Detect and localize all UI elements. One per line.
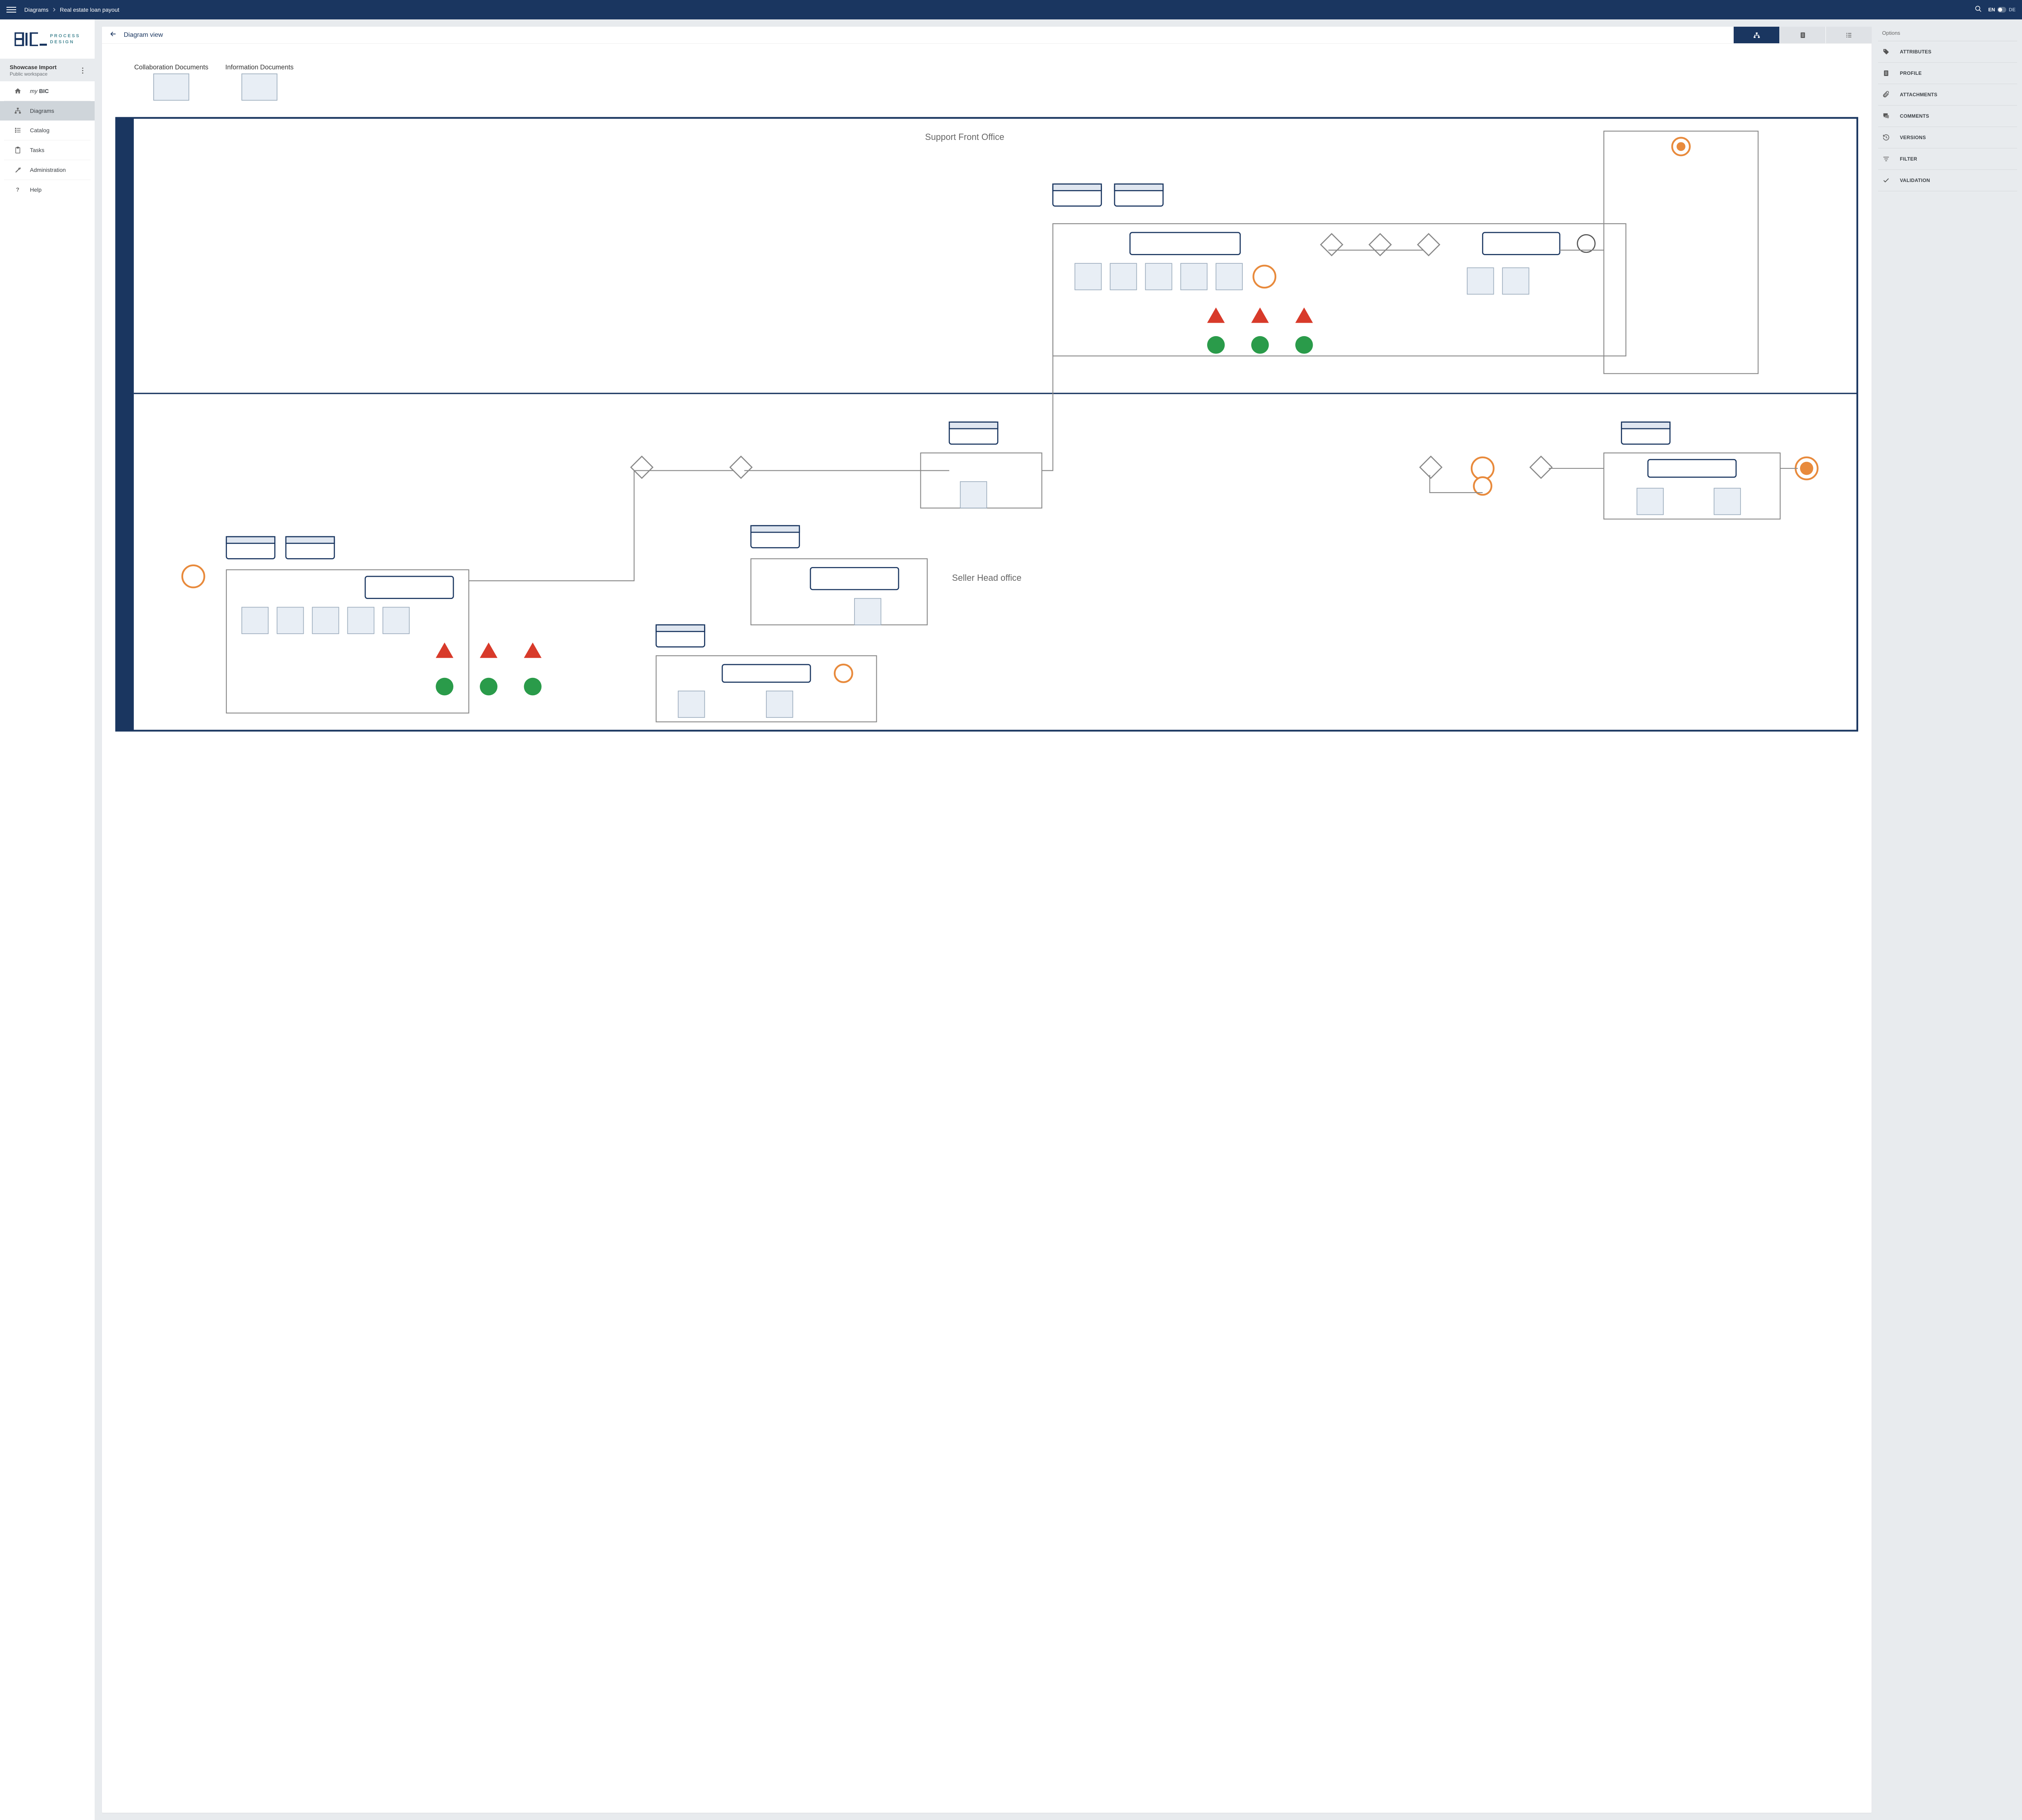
breadcrumb: Diagrams Real estate loan payout (24, 6, 119, 13)
sidebar-item-help[interactable]: ? Help (4, 180, 91, 199)
language-switch[interactable]: EN DE (1988, 7, 2016, 13)
option-validation[interactable]: VALIDATION (1878, 170, 2017, 191)
sidebar: PROCESS DESIGN Showcase Import Public wo… (0, 19, 95, 1820)
breadcrumb-root[interactable]: Diagrams (24, 6, 49, 13)
option-label: ATTACHMENTS (1900, 92, 1937, 97)
diagram-canvas[interactable]: Collaboration Documents Information Docu… (102, 44, 1872, 1813)
menu-icon[interactable] (6, 5, 16, 15)
option-comments[interactable]: COMMENTS (1878, 106, 2017, 127)
paperclip-icon (1882, 91, 1890, 99)
sidebar-item-administration[interactable]: Administration (4, 160, 91, 180)
history-icon (1882, 133, 1890, 142)
option-label: ATTRIBUTES (1900, 49, 1931, 55)
workspace-header: Showcase Import Public workspace (0, 59, 95, 81)
option-profile[interactable]: PROFILE (1878, 63, 2017, 84)
options-panel: Options ATTRIBUTES PROFILE (1878, 27, 2022, 1813)
topbar: Diagrams Real estate loan payout EN DE (0, 0, 2022, 19)
sidebar-item-label: Catalog (30, 127, 49, 133)
bpmn-diagram[interactable]: Collaboration Documents Information Docu… (105, 52, 1868, 735)
wrench-icon (14, 166, 22, 174)
workspace-subtitle: Public workspace (10, 71, 57, 77)
option-filter[interactable]: FILTER (1878, 148, 2017, 170)
option-attachments[interactable]: ATTACHMENTS (1878, 84, 2017, 106)
lang-en: EN (1988, 7, 1995, 13)
svg-text:Support Front Office: Support Front Office (925, 132, 1005, 142)
check-icon (1882, 176, 1890, 184)
workspace-title: Showcase Import (10, 64, 57, 70)
option-versions[interactable]: VERSIONS (1878, 127, 2017, 148)
svg-text:Collaboration Documents: Collaboration Documents (134, 64, 208, 71)
tab-list-view[interactable] (1825, 27, 1872, 43)
sidebar-item-diagrams[interactable]: Diagrams (0, 101, 95, 121)
sidebar-item-label: Diagrams (30, 108, 54, 114)
logo-bic-icon (15, 32, 47, 46)
sitemap-icon (14, 107, 22, 115)
diagram-panel: Diagram view (102, 27, 1872, 1813)
logo-sub1: PROCESS (50, 33, 80, 39)
document-icon (1882, 69, 1890, 77)
tag-icon (1882, 48, 1890, 56)
more-vert-icon[interactable] (80, 66, 85, 75)
toggle-icon (1997, 7, 2006, 13)
list-icon (14, 126, 22, 134)
option-label: COMMENTS (1900, 113, 1929, 119)
diagram-title: Diagram view (124, 32, 163, 39)
tab-document-view[interactable] (1779, 27, 1825, 43)
svg-text:Information Documents: Information Documents (225, 64, 294, 71)
sidebar-item-catalog[interactable]: Catalog (4, 121, 91, 140)
option-label: VALIDATION (1900, 178, 1930, 183)
home-icon (14, 87, 22, 95)
options-header: Options (1878, 27, 2017, 41)
back-arrow-icon[interactable] (109, 30, 117, 40)
sidebar-item-label: my BIC (30, 88, 49, 94)
sidebar-item-mybic[interactable]: my BIC (4, 81, 91, 101)
breadcrumb-current: Real estate loan payout (60, 6, 119, 13)
svg-text:Seller Head office: Seller Head office (952, 573, 1022, 583)
sidebar-item-label: Help (30, 186, 42, 193)
sidebar-item-tasks[interactable]: Tasks (4, 140, 91, 160)
svg-text:?: ? (16, 187, 19, 193)
option-label: PROFILE (1900, 70, 1922, 76)
filter-icon (1882, 155, 1890, 163)
chevron-right-icon (53, 6, 56, 13)
option-attributes[interactable]: ATTRIBUTES (1878, 41, 2017, 63)
tab-diagram-view[interactable] (1733, 27, 1779, 43)
sidebar-item-label: Administration (30, 167, 66, 173)
logo-sub2: DESIGN (50, 39, 80, 45)
logo: PROCESS DESIGN (0, 19, 95, 59)
sidebar-item-label: Tasks (30, 147, 44, 153)
help-icon: ? (14, 186, 22, 194)
comments-icon (1882, 112, 1890, 120)
option-label: FILTER (1900, 156, 1917, 162)
clipboard-icon (14, 146, 22, 154)
lang-de: DE (2009, 7, 2016, 13)
option-label: VERSIONS (1900, 135, 1926, 140)
search-icon[interactable] (1975, 5, 1982, 15)
